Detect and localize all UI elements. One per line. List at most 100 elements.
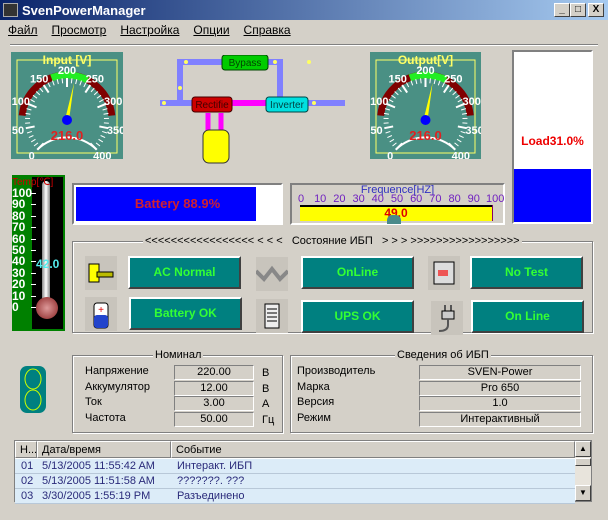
ups-device-icon bbox=[256, 299, 288, 333]
maximize-button[interactable]: □ bbox=[570, 3, 586, 17]
load-meter: Load31.0% bbox=[512, 50, 593, 224]
menu-file[interactable]: Файл bbox=[8, 23, 38, 37]
gauge-tick-label: 400 bbox=[93, 150, 111, 159]
temperature-value: 42.0 bbox=[36, 257, 60, 271]
menu-view[interactable]: Просмотр bbox=[52, 23, 107, 37]
log-datetime: 5/13/2005 11:51:58 AM bbox=[42, 475, 155, 487]
gauge-tick-label: 350 bbox=[465, 125, 481, 137]
load-fill bbox=[514, 169, 591, 222]
gauge-tick-label: 250 bbox=[86, 73, 104, 85]
log-number: 02 bbox=[21, 475, 34, 487]
ups-info-label: Версия bbox=[297, 396, 335, 408]
minimize-button[interactable]: _ bbox=[554, 3, 570, 17]
battery-status-button[interactable]: Battery OK bbox=[129, 297, 242, 330]
ups-info-group: Сведения об ИБП Производитель SVEN-Power М… bbox=[290, 349, 593, 433]
close-button[interactable]: X bbox=[588, 3, 604, 17]
log-datetime: 3/30/2005 1:55:19 PM bbox=[42, 490, 151, 502]
column-number[interactable]: Н... bbox=[15, 441, 37, 458]
log-number: 01 bbox=[21, 460, 34, 472]
ac-status-button[interactable]: AC Normal bbox=[128, 256, 241, 289]
nominal-label: Напряжение bbox=[85, 365, 149, 377]
frequency-tick: 30 bbox=[352, 193, 365, 205]
gauge-tick-label: 300 bbox=[104, 96, 122, 108]
rectifier-label: Rectifie bbox=[195, 100, 229, 111]
frequency-tick: 70 bbox=[429, 193, 442, 205]
log-row[interactable]: 01 5/13/2005 11:55:42 AM Интеракт. ИБП bbox=[15, 459, 575, 474]
gauge-value: 216.0 bbox=[409, 128, 442, 143]
power-plug-socket-icon bbox=[85, 256, 117, 290]
gauge-tick-label: 150 bbox=[389, 73, 407, 85]
temperature-tick: 0 bbox=[12, 300, 19, 314]
frequency-tick: 100 bbox=[486, 193, 505, 205]
input-voltage-gauge: Input [V]050100150200250300350400216.0 bbox=[11, 52, 123, 159]
app-icon bbox=[3, 3, 18, 17]
svg-text:+: + bbox=[98, 305, 104, 316]
nominal-value: 3.00 bbox=[174, 396, 254, 411]
frequency-tick: 60 bbox=[410, 193, 423, 205]
gauge-tick-label: 400 bbox=[452, 150, 470, 159]
log-event: ???????. ??? bbox=[177, 475, 245, 487]
gauge-value: 216.0 bbox=[51, 128, 84, 143]
scroll-down-button[interactable]: ▼ bbox=[575, 485, 591, 501]
floppy-test-icon bbox=[428, 256, 460, 290]
ups-status-button[interactable]: UPS OK bbox=[301, 300, 414, 333]
title-bar: SvenPowerManager _ □ X bbox=[0, 0, 608, 20]
battery-icon: + bbox=[85, 297, 117, 331]
gauge-tick-label: 50 bbox=[370, 125, 382, 137]
menu-options[interactable]: Опции bbox=[193, 23, 229, 37]
ups-info-value: 1.0 bbox=[419, 396, 581, 411]
log-row[interactable]: 03 3/30/2005 1:55:19 PM Разъединено bbox=[15, 489, 575, 504]
test-status-button[interactable]: No Test bbox=[470, 256, 583, 289]
frequency-tick: 90 bbox=[467, 193, 480, 205]
log-event: Разъединено bbox=[177, 490, 245, 502]
column-event[interactable]: Событие bbox=[171, 441, 575, 458]
gauge-tick-label: 100 bbox=[370, 96, 388, 108]
nominal-unit: В bbox=[262, 367, 270, 379]
log-number: 03 bbox=[21, 490, 34, 502]
waveform-icon bbox=[254, 257, 290, 291]
temperature-meter: Temp[℃] 100 90 80 70 60 50 40 30 20 10 0 42.0 bbox=[12, 175, 65, 331]
gauge-tick-label: 200 bbox=[416, 65, 434, 77]
nominal-label: Аккумулятор bbox=[85, 380, 150, 393]
line-status-button[interactable]: On Line bbox=[471, 300, 584, 333]
nominal-unit: А bbox=[262, 398, 270, 410]
gauge-tick-label: 250 bbox=[444, 73, 462, 85]
scroll-up-button[interactable]: ▲ bbox=[575, 441, 591, 457]
ups-status-group: <<<<<<<<<<<<<<<<< < < < Состояние ИБП > … bbox=[72, 235, 593, 335]
frequency-tick: 40 bbox=[371, 193, 384, 205]
frequency-tick: 10 bbox=[314, 193, 327, 205]
gauge-needle bbox=[65, 82, 75, 121]
load-label: Load31.0% bbox=[521, 134, 584, 148]
nominal-label: Частота bbox=[85, 411, 126, 424]
nominal-value: 12.00 bbox=[174, 380, 254, 396]
gauge-tick-label: 0 bbox=[387, 150, 393, 159]
ups-info-label: Режим bbox=[297, 411, 331, 424]
gauge-hub bbox=[62, 115, 72, 125]
nominal-group: Номинал Напряжение 220.00 В Аккумулятор 12.0… bbox=[72, 349, 283, 433]
frequency-tick: 80 bbox=[448, 193, 461, 205]
nominal-title: Номинал bbox=[153, 349, 204, 361]
seven-segment-indicator bbox=[20, 366, 46, 413]
menu-help[interactable]: Справка bbox=[244, 23, 291, 37]
output-voltage-gauge: Output[V]050100150200250300350400216.0 bbox=[370, 52, 481, 159]
column-datetime[interactable]: Дата/время bbox=[37, 441, 171, 458]
thermometer-bulb-icon bbox=[36, 297, 58, 319]
nominal-unit: В bbox=[262, 382, 270, 395]
event-log-table: Н... Дата/время Событие 01 5/13/2005 11:5… bbox=[14, 440, 592, 504]
inverter-label: Inverter bbox=[270, 100, 305, 111]
power-flow-diagram: Bypass Rectifie Inverter bbox=[160, 55, 345, 164]
frequency-marker bbox=[387, 215, 402, 224]
ups-info-label: Марка bbox=[297, 380, 330, 393]
gauge-tick-label: 150 bbox=[30, 73, 48, 85]
menu-settings[interactable]: Настройка bbox=[120, 23, 179, 37]
log-scrollbar[interactable]: ▲ ▼ bbox=[575, 441, 591, 501]
battery-icon bbox=[202, 129, 230, 164]
ups-info-value: SVEN-Power bbox=[419, 365, 581, 380]
gauge-tick-label: 100 bbox=[12, 96, 30, 108]
log-row[interactable]: 02 5/13/2005 11:51:58 AM ???????. ??? bbox=[15, 474, 575, 489]
ups-info-value: Pro 650 bbox=[419, 380, 581, 396]
scroll-thumb[interactable] bbox=[575, 458, 591, 466]
gauge-tick-label: 200 bbox=[58, 65, 76, 77]
ups-info-label: Производитель bbox=[297, 365, 376, 377]
online-status-button[interactable]: OnLine bbox=[301, 256, 414, 289]
